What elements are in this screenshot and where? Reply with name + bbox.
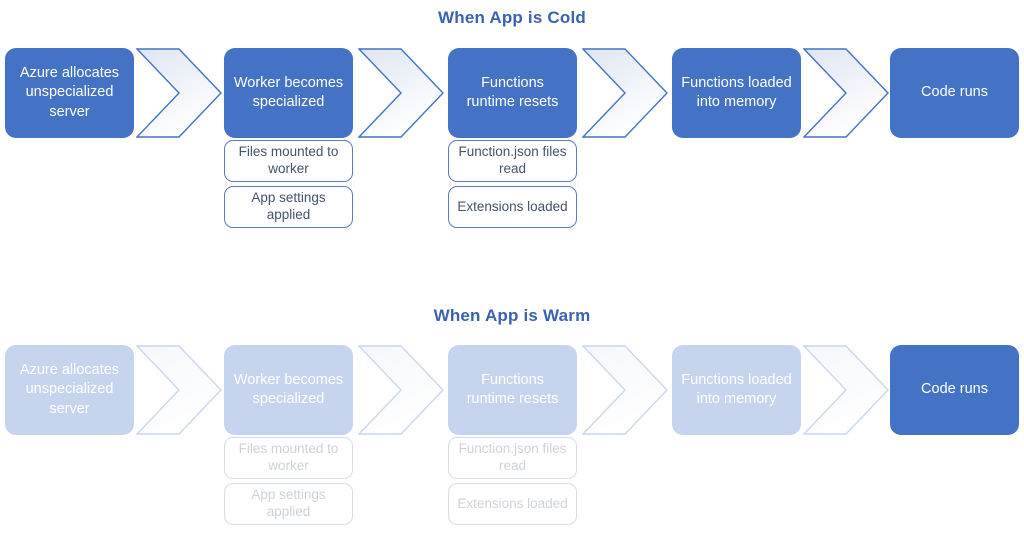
stage-label: Azure allocates unspecialized server bbox=[19, 65, 120, 120]
diagram-canvas: When App is Cold Azure allocates unspeci… bbox=[0, 0, 1024, 535]
sub-label: App settings applied bbox=[251, 190, 326, 222]
sub-box-warm-2-1: Files mounted to worker bbox=[224, 437, 353, 479]
sub-label: Extensions loaded bbox=[457, 198, 568, 214]
section-title-cold: When App is Cold bbox=[438, 8, 586, 27]
stage-label: Functions runtime resets bbox=[466, 371, 559, 407]
sub-box-cold-2-2: App settings applied bbox=[224, 186, 353, 228]
chevron-right-icon bbox=[358, 345, 444, 435]
sub-label: Function.json files read bbox=[458, 144, 567, 176]
stage-label: Functions loaded into memory bbox=[681, 371, 792, 407]
stage-box-cold-3: Functions runtime resets bbox=[448, 48, 577, 138]
stage-label: Azure allocates unspecialized server bbox=[19, 362, 120, 417]
sub-label: Extensions loaded bbox=[457, 495, 568, 511]
stage-label: Code runs bbox=[921, 84, 988, 101]
chevron-right-icon bbox=[582, 345, 668, 435]
stage-box-cold-4: Functions loaded into memory bbox=[672, 48, 801, 138]
chevron-right-icon bbox=[582, 48, 668, 138]
stage-box-warm-2: Worker becomes specialized bbox=[224, 345, 353, 435]
stage-label: Functions loaded into memory bbox=[681, 74, 792, 110]
chevron-right-icon bbox=[136, 345, 222, 435]
sub-box-warm-3-1: Function.json files read bbox=[448, 437, 577, 479]
stage-label: Worker becomes specialized bbox=[233, 371, 344, 407]
stage-box-warm-3: Functions runtime resets bbox=[448, 345, 577, 435]
chevron-right-icon bbox=[358, 48, 444, 138]
stage-box-warm-5: Code runs bbox=[890, 345, 1019, 435]
sub-label: Files mounted to worker bbox=[238, 144, 339, 176]
sub-box-cold-3-1: Function.json files read bbox=[448, 140, 577, 182]
chevron-right-icon bbox=[136, 48, 222, 138]
chevron-right-icon bbox=[803, 48, 889, 138]
sub-label: Function.json files read bbox=[458, 441, 567, 473]
sub-box-cold-2-1: Files mounted to worker bbox=[224, 140, 353, 182]
chevron-right-icon bbox=[803, 345, 889, 435]
stage-box-cold-1: Azure allocates unspecialized server bbox=[5, 48, 134, 138]
stage-box-cold-5: Code runs bbox=[890, 48, 1019, 138]
sub-box-warm-3-2: Extensions loaded bbox=[448, 483, 577, 525]
stage-box-warm-4: Functions loaded into memory bbox=[672, 345, 801, 435]
section-title-warm: When App is Warm bbox=[433, 306, 591, 325]
sub-box-warm-2-2: App settings applied bbox=[224, 483, 353, 525]
sub-label: Files mounted to worker bbox=[238, 441, 339, 473]
stage-label: Worker becomes specialized bbox=[233, 74, 344, 110]
stage-box-warm-1: Azure allocates unspecialized server bbox=[5, 345, 134, 435]
stage-label: Functions runtime resets bbox=[466, 74, 559, 110]
stage-box-cold-2: Worker becomes specialized bbox=[224, 48, 353, 138]
sub-box-cold-3-2: Extensions loaded bbox=[448, 186, 577, 228]
stage-label: Code runs bbox=[921, 381, 988, 398]
sub-label: App settings applied bbox=[251, 487, 326, 519]
